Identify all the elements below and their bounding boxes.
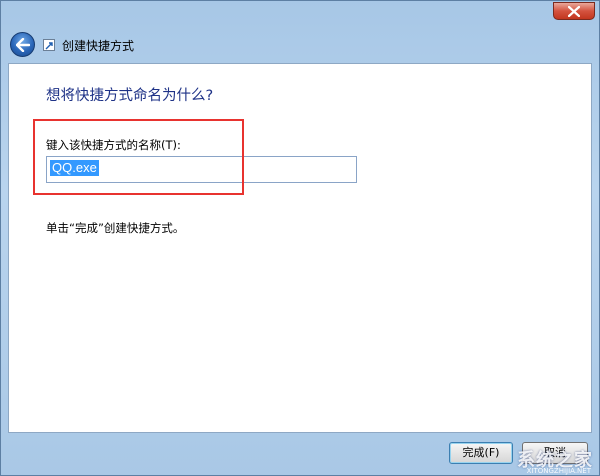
back-button[interactable] — [10, 32, 35, 57]
back-arrow-icon — [16, 38, 30, 52]
wizard-footer: 完成(F) 取消 系统之家 XITONGZHIJIA.NET — [1, 433, 599, 475]
finish-hint-text: 单击“完成”创建快捷方式。 — [46, 221, 185, 235]
shortcut-wizard-window: 创建快捷方式 想将快捷方式命名为什么? 键入该快捷方式的名称(T): QQ.ex… — [0, 0, 600, 476]
page-heading: 想将快捷方式命名为什么? — [46, 88, 214, 104]
shortcut-icon — [43, 39, 55, 51]
wizard-content: 想将快捷方式命名为什么? 键入该快捷方式的名称(T): QQ.exe 单击“完成… — [8, 63, 592, 433]
close-button[interactable] — [553, 2, 595, 20]
finish-button[interactable]: 完成(F) — [449, 442, 513, 464]
watermark-url: XITONGZHIJIA.NET — [526, 467, 591, 475]
window-title: 创建快捷方式 — [62, 39, 135, 53]
highlight-annotation-box — [33, 119, 244, 195]
title-bar: 创建快捷方式 — [1, 1, 599, 63]
close-icon — [568, 6, 580, 17]
